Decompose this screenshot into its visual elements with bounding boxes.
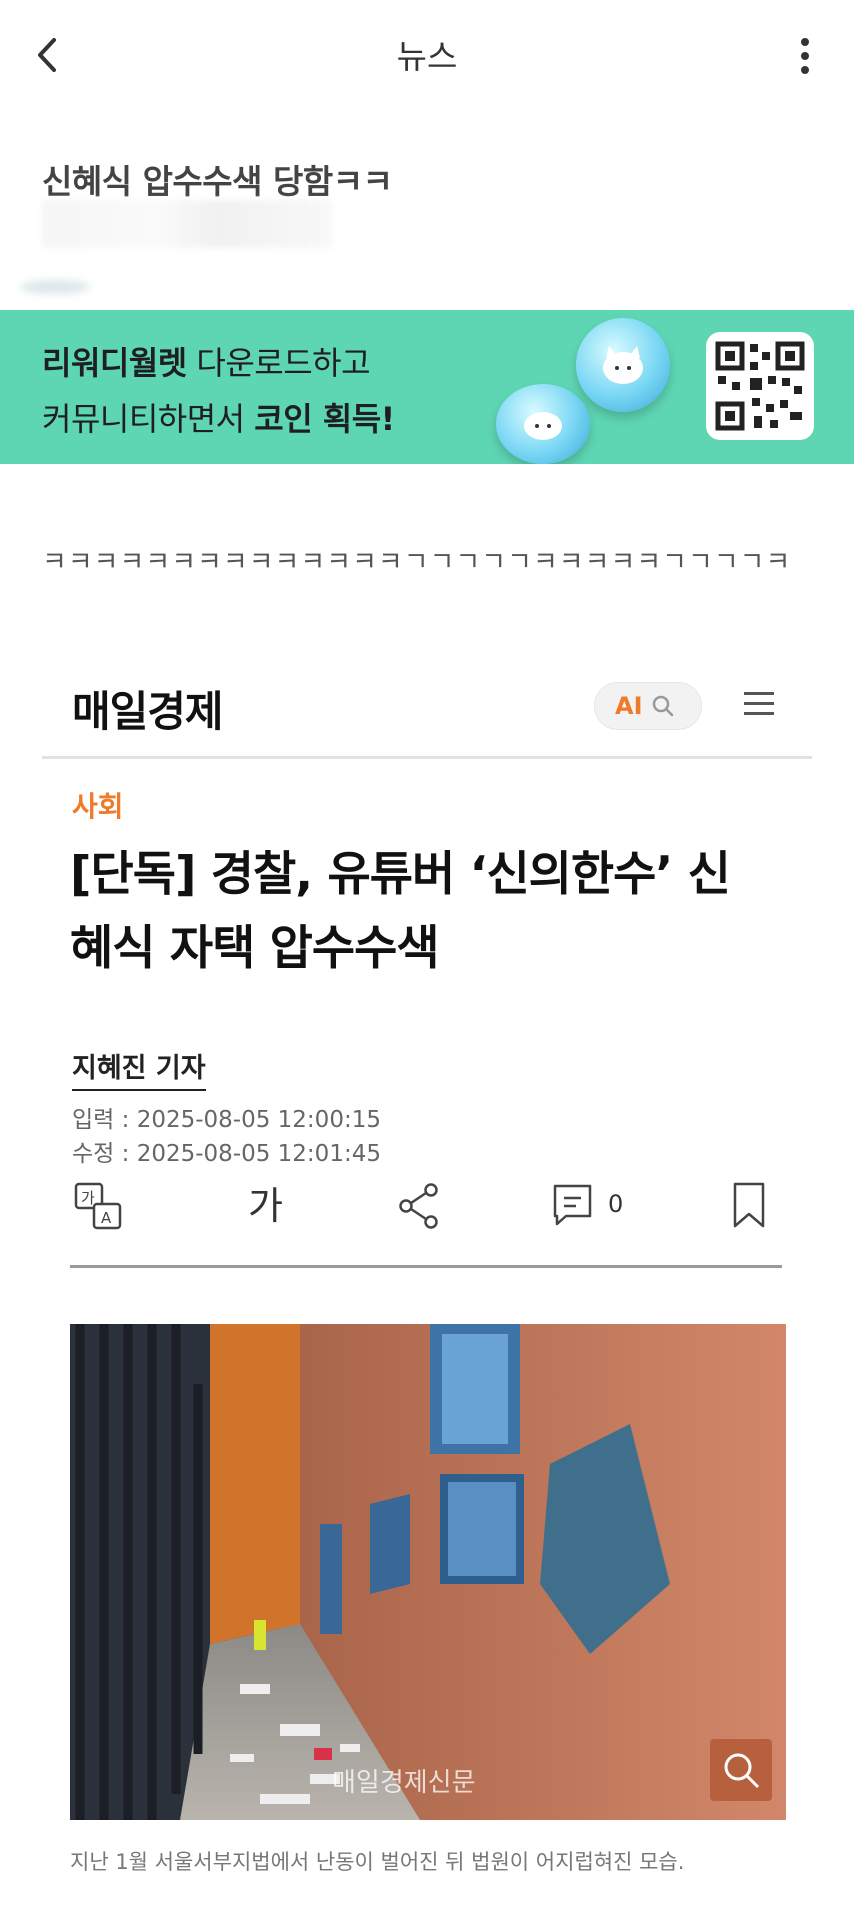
news-brand-logo: 매일경제 <box>72 687 224 736</box>
comment-count: 0 <box>608 1190 624 1218</box>
menu-line <box>744 712 774 715</box>
comment-icon <box>553 1184 592 1226</box>
toolbar-divider <box>70 1265 782 1268</box>
promo-banner[interactable]: 리워디월렛 다운로드하고 커뮤니티하면서 코인 획득! <box>0 310 854 464</box>
qr-code <box>706 332 814 440</box>
vertical-dots-icon <box>801 38 809 46</box>
share-button[interactable] <box>396 1180 446 1240</box>
banner-line1: 리워디월렛 다운로드하고 <box>42 338 371 384</box>
article-photo[interactable]: 매일경제신문 <box>70 1324 786 1820</box>
post-body-text: ㅋㅋㅋㅋㅋㅋㅋㅋㅋㅋㅋㅋㅋㅋㄱㄱㄱㄱㄱㅋㅋㅋㅋㅋㄱㄱㄱㄱㅋ <box>42 547 792 578</box>
translate-icon: 가 A <box>74 1182 122 1230</box>
more-options-button[interactable] <box>790 36 820 76</box>
banner-app-name: 리워디월렛 <box>42 344 187 382</box>
headline-line1: [단독] 경찰, 유튜버 ‘신의한수’ 신 <box>70 847 731 902</box>
top-app-bar: 뉴스 <box>0 0 854 110</box>
banner-line1-text: 다운로드하고 <box>186 344 371 382</box>
bookmark-button[interactable] <box>730 1180 770 1240</box>
comment-button[interactable]: 0 <box>552 1180 642 1240</box>
svg-text:가: 가 <box>81 1189 95 1207</box>
search-icon <box>652 695 674 717</box>
divider <box>42 756 812 759</box>
translate-button[interactable]: 가 A <box>74 1180 124 1240</box>
photo-watermark: 매일경제신문 <box>332 1768 476 1798</box>
page-title: 뉴스 <box>396 37 458 76</box>
menu-line <box>744 702 774 705</box>
dot <box>801 66 809 74</box>
font-size-button[interactable]: 가 <box>248 1180 298 1240</box>
share-icon <box>399 1183 438 1229</box>
dot <box>801 52 809 60</box>
ai-label: AI <box>615 692 643 720</box>
svg-text:A: A <box>101 1209 112 1227</box>
article-toolbar: 가 A 가 0 <box>70 1180 782 1244</box>
post-title: 신혜식 압수수색 당함ㅋㅋ <box>42 162 393 201</box>
banner-line2: 커뮤니티하면서 코인 획득! <box>42 394 395 440</box>
bookmark-icon <box>733 1182 765 1228</box>
cat-face-icon <box>524 412 562 440</box>
banner-highlight: 코인 획득! <box>254 400 395 438</box>
input-date: 입력 : 2025-08-05 12:00:15 <box>72 1107 381 1133</box>
article-headline: [단독] 경찰, 유튜버 ‘신의한수’ 신 혜식 자택 압수수색 <box>70 838 790 986</box>
photo-illustration <box>70 1324 786 1820</box>
cat-face-icon <box>603 346 643 384</box>
photo-caption: 지난 1월 서울서부지법에서 난동이 벌어진 뒤 법원이 어지럽혀진 모습. <box>70 1850 685 1874</box>
hamburger-menu-button[interactable] <box>744 690 778 718</box>
hamburger-menu-icon <box>744 692 774 695</box>
banner-line2-text: 커뮤니티하면서 <box>42 400 255 438</box>
blurred-element <box>20 280 90 294</box>
blurred-author-info <box>42 200 332 248</box>
coin-icon-2 <box>496 384 590 464</box>
reporter-name[interactable]: 지혜진 기자 <box>72 1046 206 1091</box>
headline-line2: 혜식 자택 압수수색 <box>70 921 440 976</box>
coin-icon <box>576 318 670 412</box>
ai-search-button[interactable]: AI <box>594 682 702 730</box>
edit-date: 수정 : 2025-08-05 12:01:45 <box>72 1141 381 1167</box>
article-category[interactable]: 사회 <box>72 785 124 825</box>
